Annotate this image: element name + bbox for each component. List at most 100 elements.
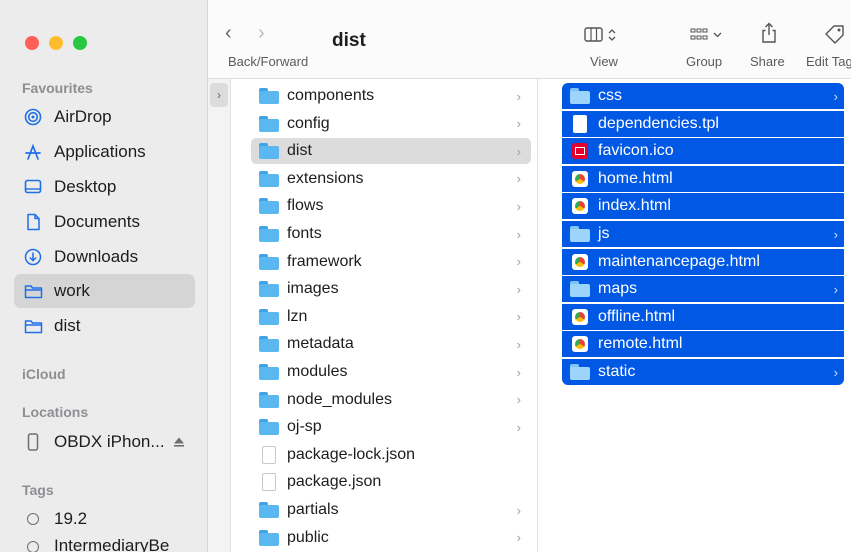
folder-icon <box>259 115 279 132</box>
item-name: lzn <box>287 307 308 325</box>
favicon-file-icon <box>572 143 588 160</box>
item-name: remote.html <box>598 335 683 353</box>
group-icon[interactable] <box>690 26 726 49</box>
file-row[interactable]: favicon.ico <box>562 138 844 165</box>
chevron-right-icon: › <box>516 502 521 518</box>
sidebar-item-dist[interactable]: dist <box>14 309 195 343</box>
folder-row[interactable]: oj-sp › <box>251 414 531 440</box>
item-name: framework <box>287 252 362 270</box>
share-icon[interactable] <box>760 22 778 49</box>
folder-icon <box>259 198 279 215</box>
sidebar-item-work[interactable]: work <box>14 274 195 308</box>
chrome-html-icon <box>572 336 588 353</box>
folder-icon <box>570 281 590 298</box>
chevron-right-icon: › <box>516 392 521 408</box>
tag-circle-icon <box>22 536 44 552</box>
sidebar-item-applications[interactable]: Applications <box>14 135 195 169</box>
toolbar: ‹ › Back/Forward dist View Group Share E… <box>208 0 851 79</box>
file-row[interactable]: package-lock.json <box>251 442 531 468</box>
chevron-right-icon: › <box>833 226 838 242</box>
share-label: Share <box>750 54 785 69</box>
maximize-window-button[interactable] <box>73 36 87 50</box>
phone-icon <box>22 431 44 453</box>
file-row[interactable]: remote.html <box>562 331 844 358</box>
item-name: images <box>287 280 339 298</box>
chevron-right-icon: › <box>833 88 838 104</box>
file-row[interactable]: home.html <box>562 165 844 192</box>
eject-icon[interactable] <box>173 436 185 448</box>
sidebar-tag-19-2[interactable]: 19.2 <box>14 502 195 536</box>
folder-row[interactable]: config › <box>251 111 531 137</box>
folder-row[interactable]: public › <box>251 525 531 551</box>
edit-tags-label: Edit Tag <box>806 54 851 69</box>
item-name: css <box>598 87 622 104</box>
tag-icon[interactable] <box>824 24 846 49</box>
forward-button[interactable]: › <box>258 22 265 45</box>
minimize-window-button[interactable] <box>49 36 63 50</box>
chevron-right-icon: › <box>516 198 521 214</box>
sidebar-item-desktop[interactable]: Desktop <box>14 170 195 204</box>
item-name: dist <box>287 142 312 160</box>
folder-icon <box>259 502 279 518</box>
folder-row[interactable]: static › <box>562 359 844 385</box>
column-work-contents: components › config › dist › extensions › flows ›… <box>231 79 538 552</box>
tag-circle-icon <box>22 508 44 530</box>
view-columns-icon[interactable] <box>584 26 620 49</box>
folder-row[interactable]: node_modules › <box>251 387 531 413</box>
folder-icon <box>259 281 279 298</box>
column-dist-contents: css › dependencies.tpl favicon.ico home.html… <box>538 79 851 552</box>
locations-heading: Locations <box>22 404 89 420</box>
sidebar-item-label: Downloads <box>54 247 139 266</box>
folder-row[interactable]: metadata › <box>251 331 531 357</box>
folder-row[interactable]: partials › <box>251 497 531 523</box>
item-name: oj-sp <box>287 418 322 436</box>
close-window-button[interactable] <box>25 36 39 50</box>
file-row[interactable]: package.json <box>251 469 531 495</box>
folder-row[interactable]: fonts › <box>251 221 531 247</box>
tags-heading: Tags <box>22 482 54 498</box>
folder-icon <box>259 143 279 160</box>
folder-row[interactable]: css › <box>562 83 844 109</box>
download-icon <box>22 246 44 268</box>
sidebar-tag-intermediary[interactable]: IntermediaryBe <box>14 536 195 552</box>
file-row[interactable]: offline.html <box>562 303 844 330</box>
folder-row[interactable]: flows › <box>251 193 531 219</box>
window-title: dist <box>332 30 366 51</box>
chevron-right-icon: › <box>516 171 521 187</box>
folder-icon <box>570 88 590 104</box>
document-icon <box>22 211 44 233</box>
folder-row[interactable]: components › <box>251 83 531 109</box>
sidebar-item-label: dist <box>54 316 81 335</box>
folder-icon <box>259 391 279 408</box>
folder-row[interactable]: js › <box>562 221 844 247</box>
sidebar-item-label: IntermediaryBe <box>54 536 170 552</box>
chevron-right-icon: › <box>516 281 521 297</box>
folder-row[interactable]: framework › <box>251 249 531 275</box>
item-name: static <box>598 363 636 380</box>
applications-icon <box>22 141 44 163</box>
document-icon <box>573 114 587 133</box>
icloud-heading: iCloud <box>22 366 66 382</box>
sidebar-item-label: 19.2 <box>54 509 88 528</box>
file-row[interactable]: maintenancepage.html <box>562 248 844 275</box>
chrome-html-icon <box>572 198 588 215</box>
back-button[interactable]: ‹ <box>225 22 232 45</box>
folder-row[interactable]: maps › <box>562 276 844 303</box>
file-row[interactable]: dependencies.tpl <box>562 110 844 137</box>
sidebar-item-downloads[interactable]: Downloads <box>14 240 195 274</box>
item-name: home.html <box>598 169 673 187</box>
folder-row[interactable]: modules › <box>251 359 531 385</box>
sidebar-item-documents[interactable]: Documents <box>14 205 195 239</box>
column-work-selected-row[interactable]: › <box>210 83 228 107</box>
folder-icon <box>22 315 44 337</box>
sidebar-item-airdrop[interactable]: AirDrop <box>14 100 195 134</box>
sidebar-item-label: OBDX iPhon... <box>54 432 165 451</box>
folder-row[interactable]: extensions › <box>251 166 531 192</box>
folder-row[interactable]: lzn › <box>251 304 531 330</box>
view-label: View <box>590 54 618 69</box>
chevron-right-icon: › <box>516 116 521 132</box>
folder-row[interactable]: dist › <box>251 138 531 165</box>
file-row[interactable]: index.html <box>562 193 844 220</box>
folder-row[interactable]: images › <box>251 276 531 302</box>
sidebar-item-device[interactable]: OBDX iPhon... <box>14 425 195 459</box>
